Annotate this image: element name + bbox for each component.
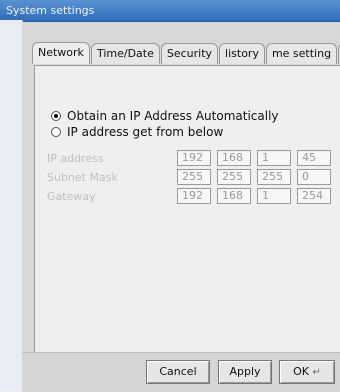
gateway-octet-1[interactable]: 192 <box>177 188 211 204</box>
radio-obtain-automatically[interactable]: Obtain an IP Address Automatically <box>51 109 279 123</box>
ip-address-label: IP address <box>47 151 104 165</box>
subnet-mask-row: Subnet Mask 255 255 255 0 <box>47 167 337 187</box>
window-title: System settings <box>6 4 95 17</box>
enter-key-icon: ↵ <box>312 367 321 378</box>
subnet-mask-label: Subnet Mask <box>47 170 118 184</box>
subnet-octet-4[interactable]: 0 <box>297 169 331 185</box>
radio-ip-from-below[interactable]: IP address get from below <box>51 125 223 139</box>
network-panel: Obtain an IP Address Automatically IP ad… <box>34 65 340 379</box>
ip-address-row: IP address 192 168 1 45 <box>47 148 337 168</box>
gateway-octet-3[interactable]: 1 <box>257 188 291 204</box>
gateway-octet-2[interactable]: 168 <box>217 188 251 204</box>
tab-bar: Network Time/Date Security listory me se… <box>32 42 340 64</box>
ip-octet-4[interactable]: 45 <box>297 150 331 166</box>
left-sidebar-strip <box>0 20 23 391</box>
subnet-octet-3[interactable]: 255 <box>257 169 291 185</box>
tab-security[interactable]: Security <box>160 43 219 64</box>
tab-history[interactable]: listory <box>219 43 265 64</box>
radio-label-obtain: Obtain an IP Address Automatically <box>67 109 279 123</box>
radio-button-icon[interactable] <box>51 127 61 137</box>
subnet-octet-1[interactable]: 255 <box>177 169 211 185</box>
tab-time-setting[interactable]: me setting <box>265 43 338 64</box>
dialog-button-bar: Cancel Apply OK ↵ <box>22 352 340 392</box>
cancel-button[interactable]: Cancel <box>146 360 210 384</box>
ok-button-label: OK <box>293 365 309 378</box>
tab-network[interactable]: Network <box>32 42 90 64</box>
settings-window: Network Time/Date Security listory me se… <box>22 22 340 391</box>
gateway-octet-4[interactable]: 254 <box>297 188 331 204</box>
ok-button[interactable]: OK ↵ <box>279 360 335 384</box>
ip-octet-1[interactable]: 192 <box>177 150 211 166</box>
window-titlebar[interactable]: System settings <box>0 0 340 22</box>
radio-label-manual: IP address get from below <box>67 125 224 139</box>
ip-octet-3[interactable]: 1 <box>257 150 291 166</box>
subnet-octet-2[interactable]: 255 <box>217 169 251 185</box>
ip-octet-2[interactable]: 168 <box>217 150 251 166</box>
apply-button[interactable]: Apply <box>218 360 272 384</box>
gateway-label: Gateway <box>47 189 96 203</box>
gateway-row: Gateway 192 168 1 254 <box>47 186 337 206</box>
radio-button-icon[interactable] <box>51 111 61 121</box>
tab-time-date[interactable]: Time/Date <box>90 43 160 64</box>
